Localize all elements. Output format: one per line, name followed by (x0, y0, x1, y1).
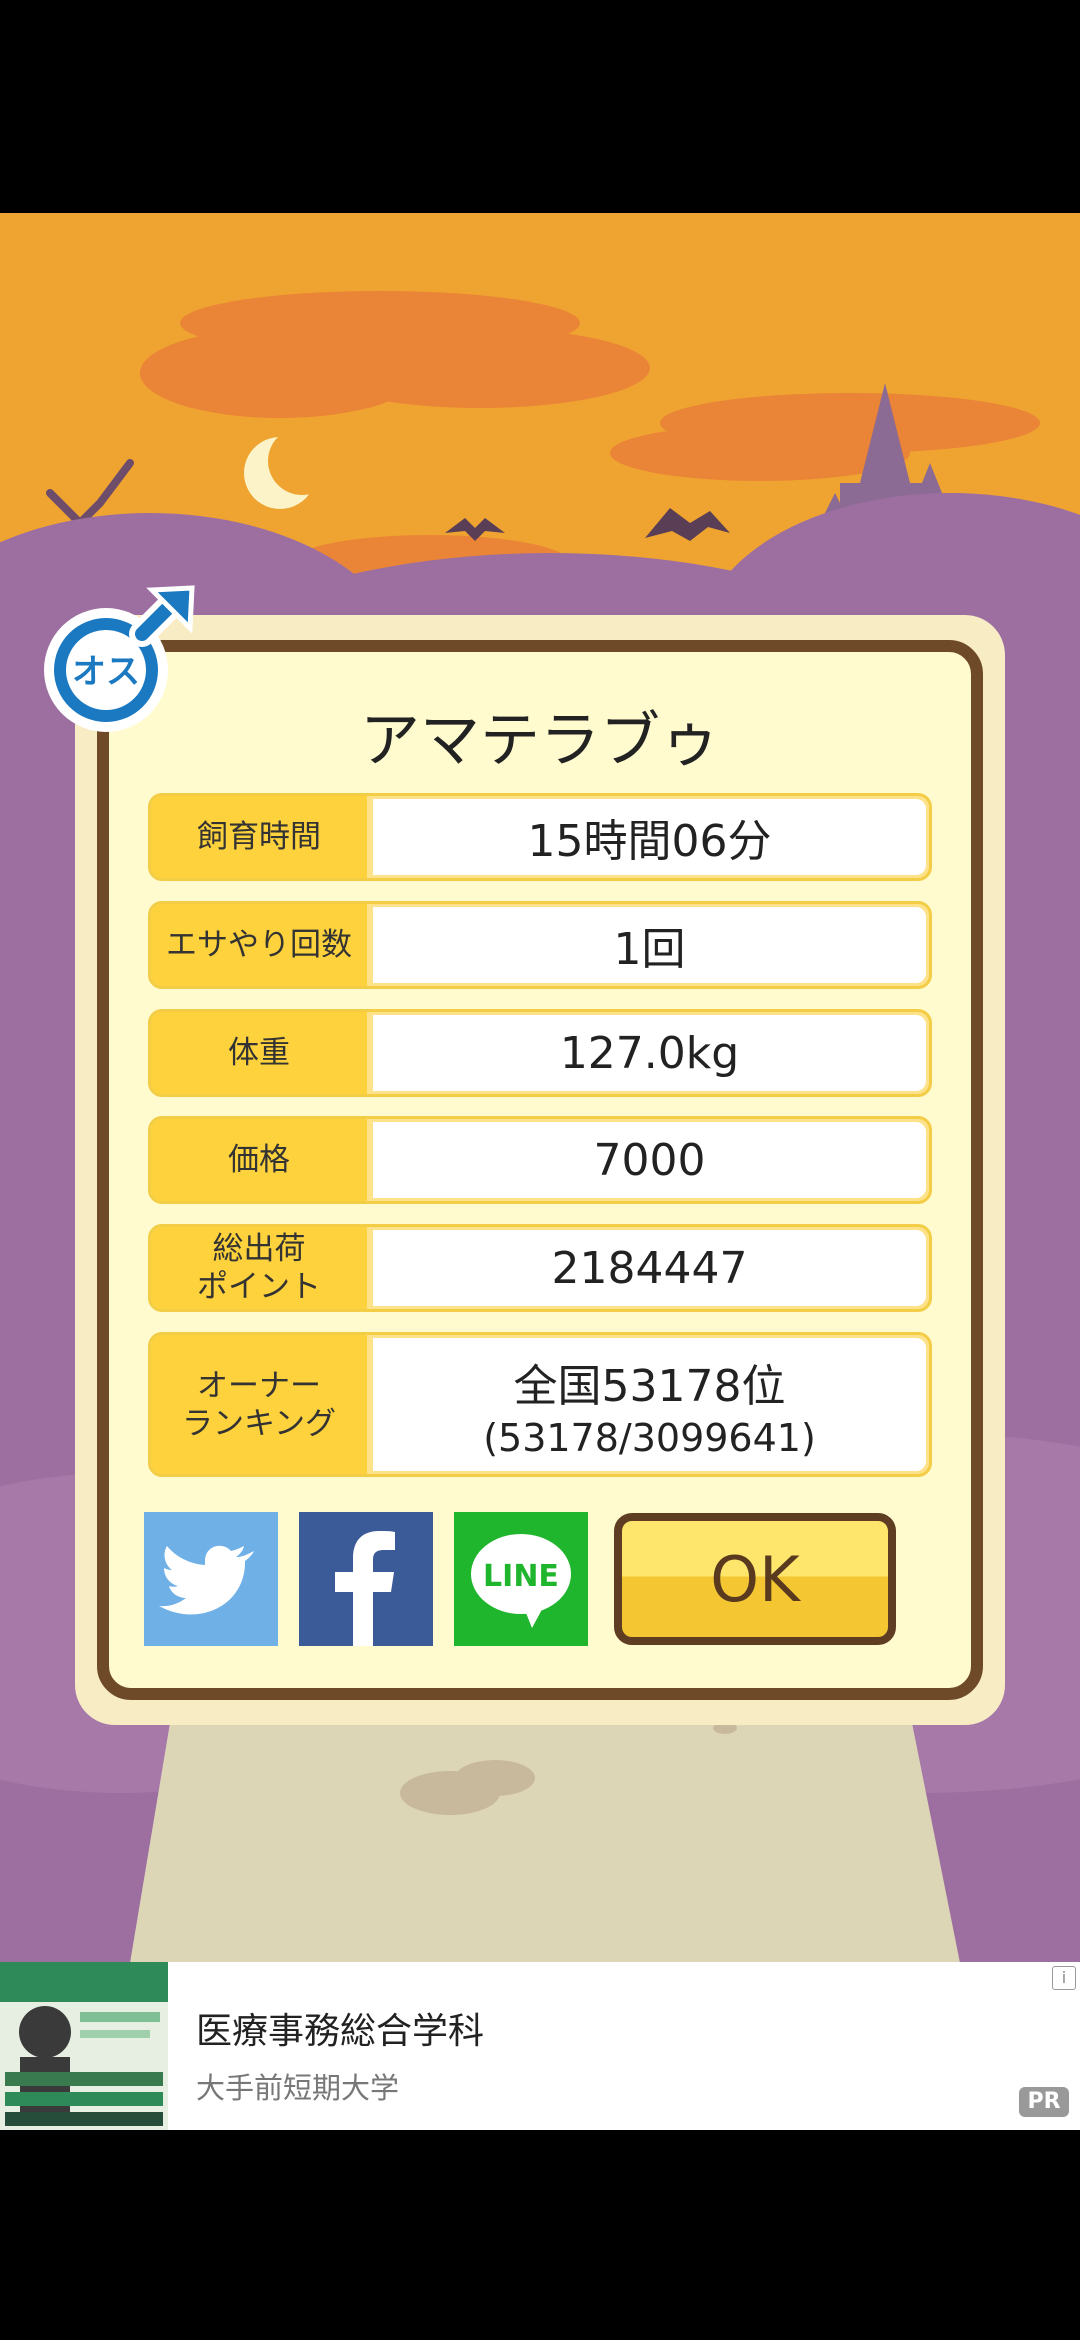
status-bar-area (0, 0, 1080, 213)
ok-button[interactable]: OK (614, 1513, 896, 1645)
ad-banner[interactable]: 医療事務総合学科 大手前短期大学 i PR (0, 1962, 1080, 2130)
ranking-value: 全国53178位 (513, 1360, 786, 1412)
ranking-detail: (53178/3099641) (483, 1415, 816, 1460)
stat-row-weight: 体重 127.0kg (148, 1009, 932, 1097)
stat-row-price: 価格 7000 (148, 1116, 932, 1204)
stat-label: オーナー ランキング (151, 1335, 367, 1474)
ad-subtitle[interactable]: 大手前短期大学 (196, 2065, 399, 2107)
gender-text: オス (72, 652, 140, 692)
stat-value-text: 15時間06分 (527, 816, 772, 867)
stat-value: 全国53178位 (53178/3099641) (373, 1338, 926, 1471)
stat-label: 飼育時間 (151, 796, 367, 878)
ad-image[interactable] (0, 1962, 168, 2130)
stat-value-text: 1回 (613, 924, 686, 975)
stat-value: 1回 (373, 907, 926, 983)
male-symbol-icon: オス (44, 585, 195, 732)
ad-info-icon[interactable]: i (1052, 1966, 1076, 1990)
line-logo-icon: LINE (471, 1534, 571, 1628)
stat-row-owner-ranking: オーナー ランキング 全国53178位 (53178/3099641) (148, 1332, 932, 1477)
male-gender-badge: オス (34, 580, 204, 740)
facebook-f-icon (335, 1531, 395, 1646)
navigation-bar-area (0, 2130, 1080, 2340)
stat-value-text: 2184447 (551, 1242, 748, 1294)
stat-label: エサやり回数 (151, 904, 367, 986)
line-share-button[interactable]: LINE (454, 1512, 588, 1646)
stat-row-breeding-time: 飼育時間 15時間06分 (148, 793, 932, 881)
stat-value: 2184447 (373, 1230, 926, 1306)
stat-label: 総出荷 ポイント (151, 1227, 367, 1309)
ad-title[interactable]: 医療事務総合学科 (196, 2002, 484, 2054)
line-logo-text: LINE (483, 1559, 559, 1594)
stat-value-text: 7000 (593, 1134, 706, 1186)
twitter-share-button[interactable] (144, 1512, 278, 1646)
stat-value: 127.0kg (373, 1015, 926, 1091)
twitter-bird-icon (159, 1545, 254, 1615)
stat-row-feeding-count: エサやり回数 1回 (148, 901, 932, 989)
stat-value: 7000 (373, 1122, 926, 1198)
pet-name: アマテラブゥ (360, 706, 720, 776)
facebook-share-button[interactable] (299, 1512, 433, 1646)
stat-label: 価格 (151, 1119, 367, 1201)
stat-label: 体重 (151, 1012, 367, 1094)
stat-row-shipping-points: 総出荷 ポイント 2184447 (148, 1224, 932, 1312)
stat-value-text: 127.0kg (559, 1027, 740, 1079)
ad-pr-badge: PR (1019, 2087, 1069, 2117)
stat-value: 15時間06分 (373, 799, 926, 875)
